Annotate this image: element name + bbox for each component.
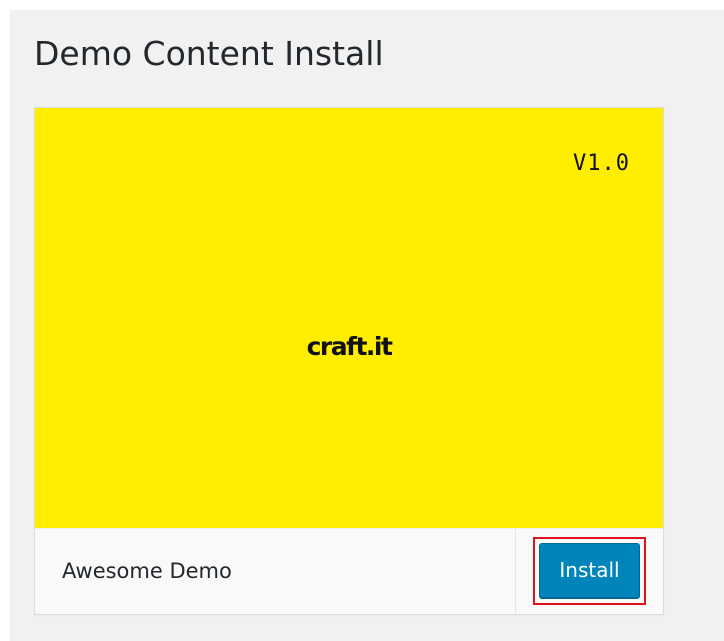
demo-actions: Install — [515, 529, 663, 614]
demo-name: Awesome Demo — [62, 559, 232, 583]
version-label: V1.0 — [573, 151, 630, 176]
card-footer: Awesome Demo Install — [35, 528, 663, 614]
demo-content-page: Demo Content Install V1.0 craft.it Aweso… — [10, 10, 724, 641]
demo-card: V1.0 craft.it Awesome Demo Install — [34, 107, 664, 615]
demo-preview-image: V1.0 craft.it — [35, 108, 663, 528]
page-title: Demo Content Install — [34, 34, 384, 73]
install-button[interactable]: Install — [539, 543, 640, 598]
brand-logo: craft.it — [306, 332, 393, 361]
